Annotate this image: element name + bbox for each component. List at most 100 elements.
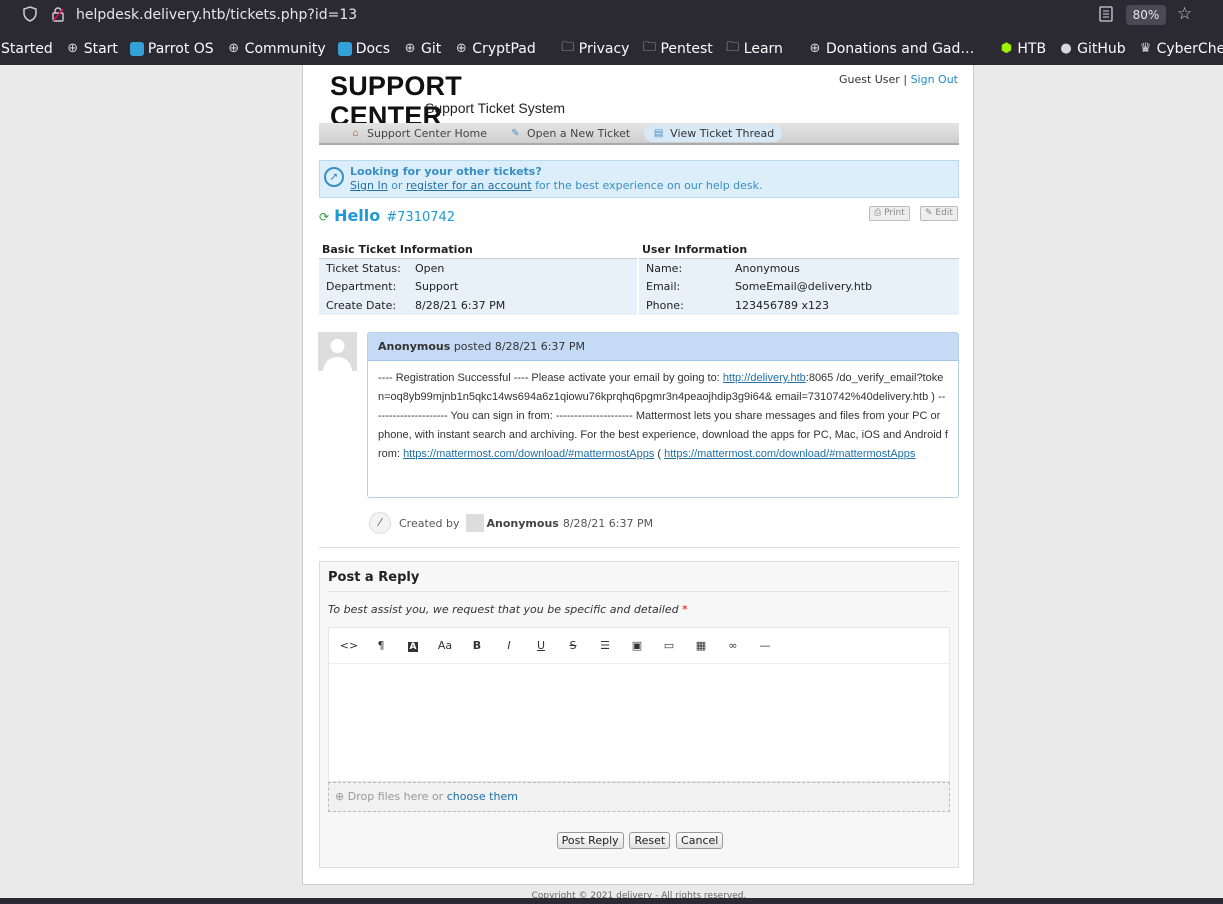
user-info-heading: User Information xyxy=(639,241,959,259)
basic-ticket-info: Basic Ticket Information Ticket Status: O… xyxy=(319,241,637,315)
font-size-icon[interactable]: Aa xyxy=(429,639,461,652)
bookmark-label: Privacy xyxy=(578,40,630,57)
bookmark-github[interactable]: ● GitHub xyxy=(1053,41,1131,57)
notice-rest: for the best experience on our help desk… xyxy=(535,179,763,192)
info-row: Phone: 123456789 x123 xyxy=(639,296,959,315)
info-row: Email: SomeEmail@delivery.htb xyxy=(639,278,959,297)
magic-wand-icon: ⁄ xyxy=(369,512,391,534)
reset-button[interactable]: Reset xyxy=(629,832,671,849)
basic-info-table: Ticket Status: Open Department: Support Cr… xyxy=(319,259,637,315)
user-info: User Information Name: Anonymous Email: So… xyxy=(639,241,959,315)
register-link[interactable]: register for an account xyxy=(406,179,532,192)
bookmark-folder-learn[interactable]: 🗀 Learn xyxy=(720,38,788,60)
notice-title: Looking for your other tickets? xyxy=(350,165,542,178)
nav-open-new-ticket[interactable]: ✎ Open a New Ticket xyxy=(501,125,638,142)
globe-icon: ⊕ xyxy=(67,41,79,56)
table-icon[interactable]: ▦ xyxy=(685,639,717,652)
underline-icon[interactable]: U xyxy=(525,639,557,652)
edit-button[interactable]: ✎ Edit xyxy=(920,206,958,221)
info-row: Create Date: 8/28/21 6:37 PM xyxy=(319,296,637,315)
delivery-link[interactable]: http://delivery.htb xyxy=(723,372,806,384)
bookmark-parrot-os[interactable]: Parrot OS xyxy=(125,41,219,57)
bookmark-cryptpad[interactable]: ⊕ CryptPad xyxy=(448,41,540,57)
bookmark-cyberchef[interactable]: ♛ CyberChef xyxy=(1133,41,1223,57)
paragraph-icon[interactable]: ¶ xyxy=(365,639,397,652)
list-icon[interactable]: ☰ xyxy=(589,639,621,652)
font-color-icon[interactable]: A xyxy=(397,639,429,652)
bookmark-folder-privacy[interactable]: 🗀 Privacy xyxy=(555,38,635,60)
reply-heading: Post a Reply xyxy=(328,570,420,585)
globe-icon: ⊕ xyxy=(404,41,416,56)
bookmark-donations[interactable]: ⊕ Donations and Gad… xyxy=(802,41,979,57)
bookmark-label: CryptPad xyxy=(472,40,536,57)
event-created-by: Created by xyxy=(399,516,460,530)
user-box: Guest User | Sign Out xyxy=(839,73,958,86)
nav-support-center-home[interactable]: ⌂ Support Center Home xyxy=(341,125,495,142)
event-user: Anonymous xyxy=(486,516,559,530)
folder-icon: 🗀 xyxy=(726,39,740,55)
bookmark-label: Community xyxy=(244,40,326,57)
bookmark-label: GitHub xyxy=(1077,40,1126,57)
reader-view-icon[interactable] xyxy=(1099,6,1113,26)
link-icon[interactable]: ∞ xyxy=(717,639,749,652)
nav-view-ticket-thread[interactable]: ▤ View Ticket Thread xyxy=(644,124,783,142)
code-view-icon[interactable]: <> xyxy=(333,639,365,652)
shield-icon[interactable] xyxy=(22,6,38,26)
bookmark-label: CyberChef xyxy=(1156,40,1223,57)
divider xyxy=(328,591,950,592)
bookmark-label: Learn xyxy=(743,40,783,57)
horizontal-rule-icon[interactable]: — xyxy=(749,639,781,652)
chef-hat-icon: ♛ xyxy=(1139,41,1152,56)
bookmark-label: Started xyxy=(1,40,53,57)
mattermost-link[interactable]: https://mattermost.com/download/#matterm… xyxy=(403,448,654,460)
globe-icon: ⊕ xyxy=(455,41,467,56)
bookmark-htb[interactable]: ⬢ HTB xyxy=(993,41,1051,57)
basic-info-heading: Basic Ticket Information xyxy=(319,241,637,259)
sign-out-link[interactable]: Sign Out xyxy=(911,73,958,86)
message-text: ( xyxy=(654,448,665,460)
lock-icon[interactable] xyxy=(51,6,65,26)
department-value: Support xyxy=(415,280,459,294)
post-reply-button[interactable]: Post Reply xyxy=(556,832,624,849)
sign-in-link[interactable]: Sign In xyxy=(350,179,388,192)
rich-text-editor[interactable]: <> ¶ A Aa B I U S ☰ ▣ ▭ ▦ ∞ — xyxy=(328,627,950,782)
info-key: Ticket Status: xyxy=(326,261,401,275)
reply-instructions: To best assist you, we request that you … xyxy=(328,603,688,616)
bookmark-git[interactable]: ⊕ Git xyxy=(397,41,446,57)
nav-label: Support Center Home xyxy=(367,126,487,140)
message-posted-date: posted 8/28/21 6:37 PM xyxy=(453,340,586,353)
ticket-title: ⟳ Hello #7310742 xyxy=(319,206,455,225)
parrot-icon xyxy=(129,41,144,56)
bookmark-label: HTB xyxy=(1017,40,1047,57)
upload-icon: ⊕ xyxy=(335,790,345,803)
message-body: ---- Registration Successful ---- Please… xyxy=(368,361,958,472)
create-date-value: 8/28/21 6:37 PM xyxy=(415,298,506,312)
strikethrough-icon[interactable]: S xyxy=(557,639,589,652)
video-icon[interactable]: ▭ xyxy=(653,639,685,652)
bookmark-docs[interactable]: Docs xyxy=(333,41,395,57)
mattermost-link[interactable]: https://mattermost.com/download/#matterm… xyxy=(664,448,915,460)
folder-icon: 🗀 xyxy=(561,39,575,55)
choose-files-link[interactable]: choose them xyxy=(447,790,518,803)
site-logo[interactable]: SUPPORT CENTER Support Ticket System xyxy=(330,71,570,131)
new-ticket-icon: ✎ xyxy=(511,127,520,139)
bookmark-label: Start xyxy=(83,40,118,57)
cancel-button[interactable]: Cancel xyxy=(676,832,724,849)
page-container: SUPPORT CENTER Support Ticket System Gue… xyxy=(302,65,974,901)
ticket-subject[interactable]: Hello xyxy=(334,206,380,225)
url-field[interactable]: helpdesk.delivery.htb/tickets.php?id=13 xyxy=(76,7,357,23)
file-drop-zone[interactable]: ⊕ Drop files here or choose them xyxy=(328,782,950,812)
print-label: Print xyxy=(884,208,905,218)
italic-icon[interactable]: I xyxy=(493,639,525,652)
bookmark-start[interactable]: ⊕ Start xyxy=(60,41,123,57)
bookmark-folder-pentest[interactable]: 🗀 Pentest xyxy=(636,38,717,60)
bookmark-community[interactable]: ⊕ Community xyxy=(221,41,331,57)
bookmark-started[interactable]: Started xyxy=(0,41,58,57)
star-icon[interactable]: ☆ xyxy=(1177,4,1192,24)
bold-icon[interactable]: B xyxy=(461,639,493,652)
refresh-icon[interactable]: ⟳ xyxy=(319,210,329,224)
zoom-level[interactable]: 80% xyxy=(1126,5,1166,25)
print-button[interactable]: ⎙ Print xyxy=(869,206,910,221)
nav-label: Open a New Ticket xyxy=(527,126,631,140)
image-icon[interactable]: ▣ xyxy=(621,639,653,652)
